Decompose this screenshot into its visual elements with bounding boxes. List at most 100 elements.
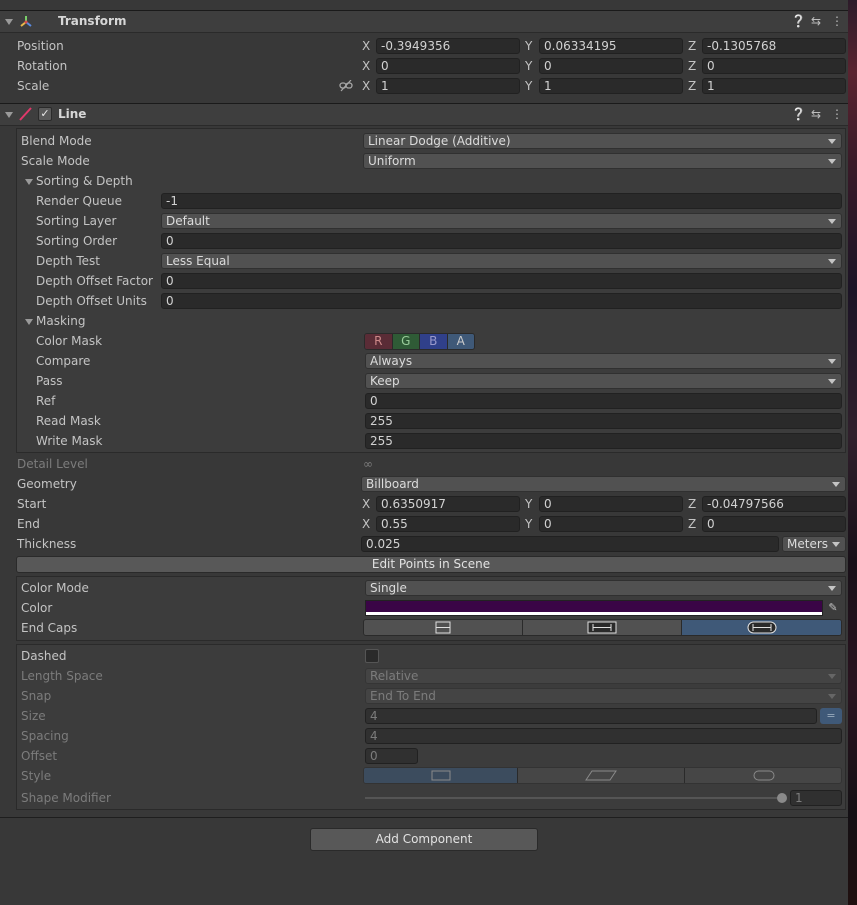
help-icon[interactable]: ❔ xyxy=(791,15,806,28)
position-y-field[interactable]: 0.06334195 xyxy=(539,38,683,54)
ref-field[interactable]: 0 xyxy=(365,393,842,409)
end-caps-square-option[interactable] xyxy=(523,620,682,635)
rotation-y-field[interactable]: 0 xyxy=(539,58,683,74)
transform-header[interactable]: Transform ❔ ⇆ ⋮ xyxy=(0,10,848,33)
compare-dropdown[interactable]: Always xyxy=(365,353,842,369)
chevron-down-icon xyxy=(828,139,836,144)
snap-value: End To End xyxy=(370,689,436,703)
blend-mode-label: Blend Mode xyxy=(21,134,92,148)
dashed-checkbox[interactable] xyxy=(365,649,379,663)
axis-z-label: Z xyxy=(688,517,697,531)
presets-icon[interactable]: ⇆ xyxy=(811,15,821,28)
start-label: Start xyxy=(17,497,47,511)
blend-mode-value: Linear Dodge (Additive) xyxy=(368,134,511,148)
sorting-depth-label[interactable]: Sorting & Depth xyxy=(36,173,133,189)
dash-style-angled-option[interactable] xyxy=(518,768,685,783)
end-z-field[interactable]: 0 xyxy=(702,516,846,532)
render-queue-field[interactable]: -1 xyxy=(161,193,842,209)
start-z-field[interactable]: -0.04797566 xyxy=(702,496,846,512)
depth-offset-units-field[interactable]: 0 xyxy=(161,293,842,309)
start-y-field[interactable]: 0 xyxy=(539,496,683,512)
end-caps-round-option[interactable] xyxy=(682,620,841,635)
end-caps-selector xyxy=(363,619,842,636)
spacing-field[interactable]: 4 xyxy=(365,728,842,744)
presets-icon[interactable]: ⇆ xyxy=(811,108,821,121)
color-mask-a-toggle[interactable]: A xyxy=(447,334,474,349)
end-x-field[interactable]: 0.55 xyxy=(376,516,520,532)
length-space-value: Relative xyxy=(370,669,419,683)
sorting-layer-dropdown[interactable]: Default xyxy=(161,213,842,229)
scale-z-field[interactable]: 1 xyxy=(702,78,846,94)
write-mask-label: Write Mask xyxy=(36,434,103,448)
position-x-field[interactable]: -0.3949356 xyxy=(376,38,520,54)
color-mask-b-toggle[interactable]: B xyxy=(420,334,448,349)
shape-modifier-slider-handle[interactable] xyxy=(777,793,787,803)
depth-test-dropdown[interactable]: Less Equal xyxy=(161,253,842,269)
end-caps-label: End Caps xyxy=(21,621,78,635)
start-x-field[interactable]: 0.6350917 xyxy=(376,496,520,512)
depth-offset-factor-field[interactable]: 0 xyxy=(161,273,842,289)
context-menu-icon[interactable]: ⋮ xyxy=(831,108,843,121)
axis-y-label: Y xyxy=(525,59,533,73)
masking-foldout-icon[interactable] xyxy=(25,319,33,325)
line-enabled-checkbox[interactable]: ✓ xyxy=(38,107,52,121)
angled-dash-icon xyxy=(585,770,617,781)
length-space-dropdown[interactable]: Relative xyxy=(365,668,842,684)
rotation-x-field[interactable]: 0 xyxy=(376,58,520,74)
axis-x-label: X xyxy=(362,39,371,53)
color-swatch[interactable] xyxy=(365,600,823,616)
sorting-order-field[interactable]: 0 xyxy=(161,233,842,249)
color-mask-r-toggle[interactable]: R xyxy=(365,334,393,349)
geometry-dropdown[interactable]: Billboard xyxy=(361,476,846,492)
depth-test-value: Less Equal xyxy=(166,254,230,268)
dash-style-rect-option[interactable] xyxy=(364,768,518,783)
scale-x-field[interactable]: 1 xyxy=(376,78,520,94)
end-y-field[interactable]: 0 xyxy=(539,516,683,532)
rotation-z-field[interactable]: 0 xyxy=(702,58,846,74)
chevron-down-icon xyxy=(832,542,840,547)
line-title: Line xyxy=(58,107,87,121)
context-menu-icon[interactable]: ⋮ xyxy=(831,15,843,28)
position-z-field[interactable]: -0.1305768 xyxy=(702,38,846,54)
help-icon[interactable]: ❔ xyxy=(791,108,806,121)
write-mask-field[interactable]: 255 xyxy=(365,433,842,449)
color-mask-g-toggle[interactable]: G xyxy=(392,334,420,349)
offset-field[interactable]: 0 xyxy=(365,748,418,764)
add-component-button[interactable]: Add Component xyxy=(310,828,538,851)
geometry-value: Billboard xyxy=(366,477,419,491)
color-mode-dropdown[interactable]: Single xyxy=(365,580,842,596)
color-mode-value: Single xyxy=(370,581,407,595)
size-field[interactable]: 4 xyxy=(365,708,817,724)
dash-style-round-option[interactable] xyxy=(685,768,841,783)
pass-dropdown[interactable]: Keep xyxy=(365,373,842,389)
constrain-proportions-icon[interactable] xyxy=(339,80,353,92)
blend-mode-dropdown[interactable]: Linear Dodge (Additive) xyxy=(363,133,842,149)
color-mode-label: Color Mode xyxy=(21,581,89,595)
line-foldout-icon[interactable] xyxy=(5,112,13,118)
line-header[interactable]: ✓ Line ❔ ⇆ ⋮ xyxy=(0,103,848,126)
edit-points-button[interactable]: Edit Points in Scene xyxy=(16,556,846,573)
masking-label[interactable]: Masking xyxy=(36,313,85,329)
size-mode-toggle[interactable]: = xyxy=(820,708,842,724)
color-label: Color xyxy=(21,601,53,615)
thickness-field[interactable]: 0.025 xyxy=(361,536,779,552)
snap-dropdown[interactable]: End To End xyxy=(365,688,842,704)
cap-square-icon xyxy=(587,621,617,634)
shape-modifier-field[interactable]: 1 xyxy=(790,790,842,806)
scale-y-field[interactable]: 1 xyxy=(539,78,683,94)
shape-modifier-slider-track[interactable] xyxy=(365,797,785,799)
axis-x-label: X xyxy=(362,79,371,93)
scale-mode-value: Uniform xyxy=(368,154,416,168)
transform-foldout-icon[interactable] xyxy=(5,19,13,25)
end-caps-none-option[interactable] xyxy=(364,620,523,635)
chevron-down-icon xyxy=(828,694,836,699)
color-mask-label: Color Mask xyxy=(36,334,103,348)
read-mask-field[interactable]: 255 xyxy=(365,413,842,429)
sorting-depth-foldout-icon[interactable] xyxy=(25,179,33,185)
rect-dash-icon xyxy=(431,770,451,781)
position-label: Position xyxy=(17,39,64,53)
eyedropper-icon[interactable]: ✎ xyxy=(824,600,842,616)
cap-none-icon xyxy=(435,621,451,634)
thickness-unit-dropdown[interactable]: Meters xyxy=(782,536,846,552)
scale-mode-dropdown[interactable]: Uniform xyxy=(363,153,842,169)
